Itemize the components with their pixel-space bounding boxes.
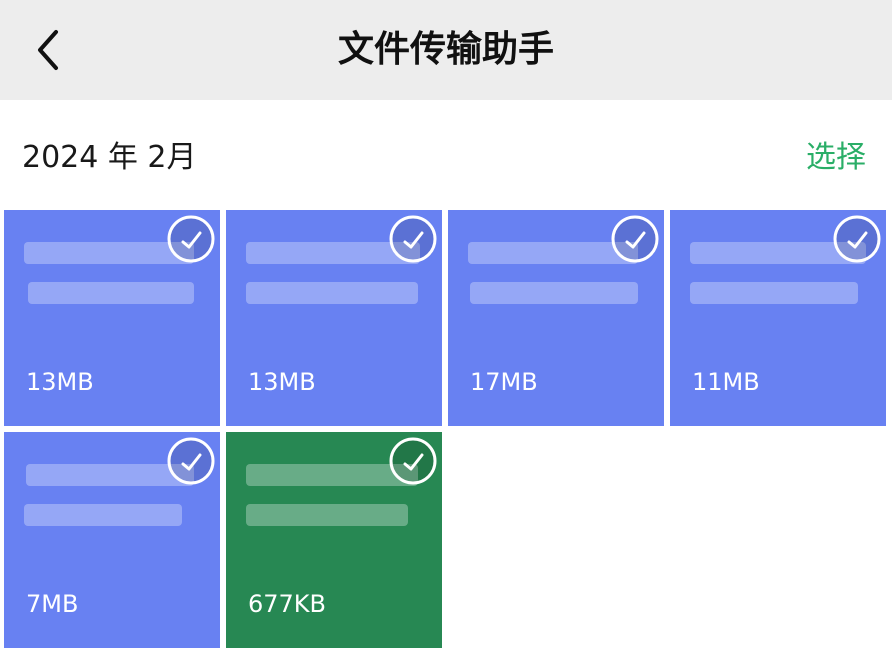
page-title: 文件传输助手 [337, 29, 554, 70]
back-button[interactable] [26, 22, 76, 78]
check-circle-icon[interactable] [832, 214, 882, 264]
file-tile[interactable]: 13MB [226, 210, 442, 426]
chevron-left-icon [38, 30, 58, 70]
file-tile[interactable]: 13MB [4, 210, 220, 426]
check-circle-icon[interactable] [166, 214, 216, 264]
select-button[interactable]: 选择 [806, 132, 866, 176]
check-circle-icon[interactable] [388, 436, 438, 486]
file-tile[interactable]: 7MB [4, 432, 220, 648]
file-tile[interactable]: 677KB [226, 432, 442, 648]
month-label: 2024 年 2月 [22, 140, 197, 175]
file-size: 677KB [248, 590, 327, 618]
file-size: 13MB [26, 368, 94, 396]
month-section-header: 2024 年 2月 选择 [0, 100, 892, 208]
file-size: 13MB [248, 368, 316, 396]
file-tile[interactable]: 17MB [448, 210, 664, 426]
file-tile[interactable]: 11MB [670, 210, 886, 426]
check-circle-icon[interactable] [388, 214, 438, 264]
navigation-bar: 文件传输助手 [0, 0, 892, 100]
file-size: 17MB [470, 368, 538, 396]
file-size: 7MB [26, 590, 79, 618]
check-circle-icon[interactable] [610, 214, 660, 264]
file-size: 11MB [692, 368, 760, 396]
check-circle-icon[interactable] [166, 436, 216, 486]
